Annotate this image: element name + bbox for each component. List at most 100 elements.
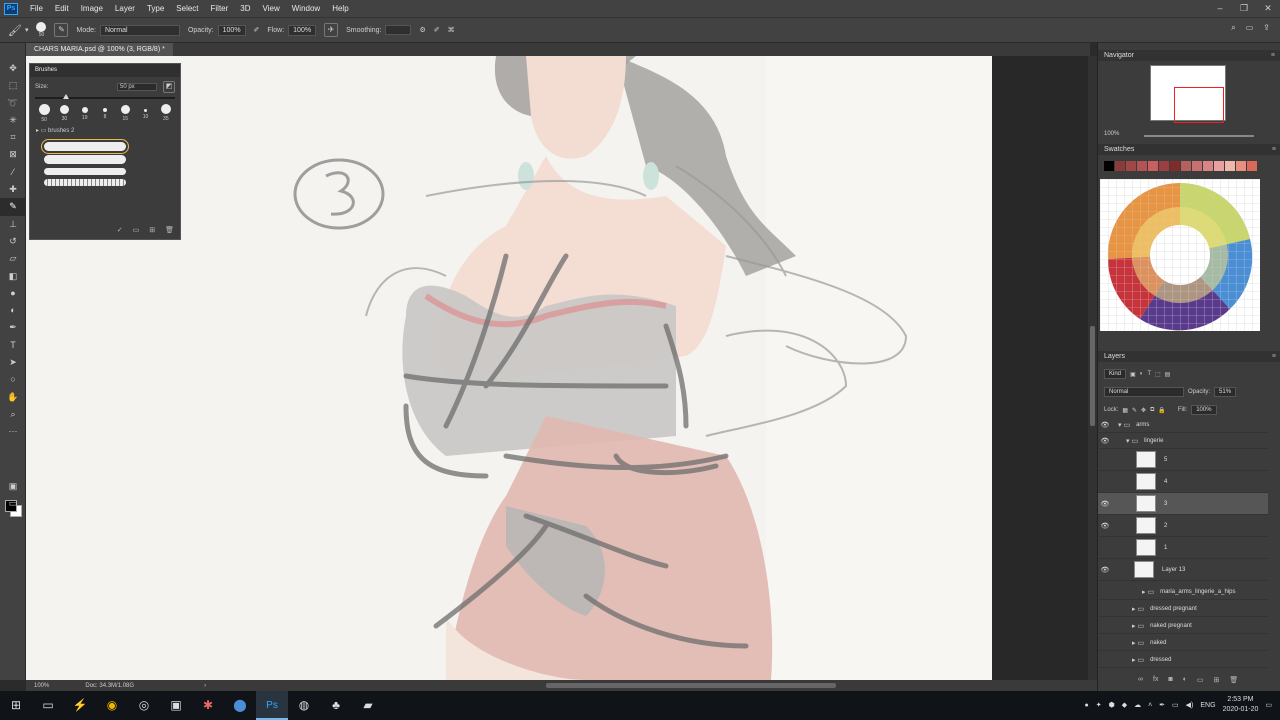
layer-5[interactable]: 5 xyxy=(1098,449,1268,471)
layer-13[interactable]: 👁 Layer 13 xyxy=(1098,559,1268,581)
menu-select[interactable]: Select xyxy=(170,4,204,13)
brush-angle-icon[interactable]: ◩ xyxy=(163,81,175,93)
airbrush-icon[interactable]: ✈ xyxy=(324,23,339,37)
shield-icon[interactable]: ◆ xyxy=(1122,701,1127,709)
preset-35[interactable]: 35 xyxy=(156,104,176,123)
history-brush-icon[interactable]: ↺ xyxy=(0,233,26,250)
lock-all-icon[interactable]: 🔒 xyxy=(1158,407,1165,414)
lock-artboard-icon[interactable]: ⧉ xyxy=(1150,407,1154,414)
brush-tool-icon[interactable]: 🖌 xyxy=(8,24,22,37)
opacity-input[interactable]: 100% xyxy=(217,24,246,36)
swatch[interactable] xyxy=(1115,161,1125,171)
cloud-icon[interactable]: ☁ xyxy=(1134,701,1141,709)
close-icon[interactable]: ✕ xyxy=(1256,0,1280,17)
maps-pin-icon[interactable]: ⬤ xyxy=(224,691,256,720)
move-tool-icon[interactable]: ✥ xyxy=(0,60,26,77)
quick-mask-icon[interactable]: ▣ xyxy=(0,478,26,495)
filter-shape-icon[interactable]: ⬚ xyxy=(1155,371,1161,378)
app-note-icon[interactable]: ▰ xyxy=(352,691,384,720)
clock[interactable]: 2:53 PM 2020-01-20 xyxy=(1223,695,1259,715)
mic-icon[interactable]: ● xyxy=(1084,702,1088,709)
menu-window[interactable]: Window xyxy=(286,4,326,13)
lock-paint-icon[interactable]: ✎ xyxy=(1132,407,1137,414)
swatch[interactable] xyxy=(1192,161,1202,171)
delete-layer-icon[interactable]: 🗑 xyxy=(1229,676,1238,684)
swatch[interactable] xyxy=(1104,161,1114,171)
swatch[interactable] xyxy=(1170,161,1180,171)
path-select-tool-icon[interactable]: ➤ xyxy=(0,354,26,371)
lock-move-icon[interactable]: ✥ xyxy=(1141,407,1146,414)
eraser-tool-icon[interactable]: ▱ xyxy=(0,250,26,267)
layer-4[interactable]: 4 xyxy=(1098,471,1268,493)
restore-icon[interactable]: ❐ xyxy=(1232,0,1256,17)
symmetry-icon[interactable]: ⌘ xyxy=(448,26,455,34)
hand-tool-icon[interactable]: ✋ xyxy=(0,389,26,406)
smoothing-input[interactable] xyxy=(385,25,412,35)
app-bug-icon[interactable]: ✱ xyxy=(192,691,224,720)
app-tray-icon[interactable]: ⬢ xyxy=(1109,701,1115,709)
share-icon[interactable]: ⇪ xyxy=(1263,23,1270,33)
brush-settings-icon[interactable]: ✎ xyxy=(54,23,69,37)
pressure-opacity-icon[interactable]: ✐ xyxy=(254,26,260,34)
status-arrow-icon[interactable]: › xyxy=(204,683,206,689)
swatch[interactable] xyxy=(1181,161,1191,171)
dodge-tool-icon[interactable]: ◐ xyxy=(0,302,26,319)
new-group-icon[interactable]: ▭ xyxy=(1197,676,1204,684)
scrollbar-thumb[interactable] xyxy=(1090,326,1095,426)
brush-stroke-4[interactable] xyxy=(44,179,126,186)
link-layers-icon[interactable]: ∞ xyxy=(1138,676,1143,684)
new-brush-icon[interactable]: ⊞ xyxy=(149,226,155,234)
layer-group-lingerie[interactable]: 👁 ▾ ▭ lingerie xyxy=(1098,433,1268,449)
menu-image[interactable]: Image xyxy=(75,4,109,13)
size-slider[interactable] xyxy=(35,94,175,99)
marquee-tool-icon[interactable]: ⬚ xyxy=(0,77,26,94)
pen-tool-icon[interactable]: ✒ xyxy=(0,319,26,336)
volume-icon[interactable]: ◀) xyxy=(1186,701,1194,709)
zoom-readout[interactable]: 100% xyxy=(34,683,49,689)
notification-icon[interactable]: ▭ xyxy=(1265,701,1272,709)
filter-type-icon[interactable]: T xyxy=(1147,371,1151,377)
navigator-zoom-slider[interactable] xyxy=(1144,135,1254,137)
filter-smart-icon[interactable]: ▤ xyxy=(1165,371,1171,378)
visibility-eye-icon[interactable]: 👁 xyxy=(1098,500,1112,508)
lock-pixels-icon[interactable]: ▦ xyxy=(1122,407,1128,414)
layer-group-dressed-pregnant[interactable]: ▸ ▭ dressed pregnant xyxy=(1098,601,1268,617)
color-wheel-palette[interactable] xyxy=(1100,179,1260,331)
menu-edit[interactable]: Edit xyxy=(49,4,75,13)
pressure-size-icon[interactable]: ✐ xyxy=(434,26,440,34)
menu-view[interactable]: View xyxy=(257,4,286,13)
app-red-icon[interactable]: ⚡ xyxy=(64,691,96,720)
layers-title[interactable]: Layers ≡ xyxy=(1098,351,1280,362)
start-icon[interactable]: ⊞ xyxy=(0,691,32,720)
chevron-up-icon[interactable]: ˄ xyxy=(1148,702,1152,709)
blend-mode-select[interactable]: Normal xyxy=(1104,387,1184,397)
vertical-scrollbar[interactable] xyxy=(1088,56,1097,680)
swatch[interactable] xyxy=(1137,161,1147,171)
adjustment-layer-icon[interactable]: ◐ xyxy=(1183,676,1187,684)
navigator-view-box[interactable] xyxy=(1174,87,1224,123)
preset-8[interactable]: 8 xyxy=(95,104,115,123)
navigator-title[interactable]: Navigator ≡ xyxy=(1098,50,1280,61)
layer-group-maria-arms[interactable]: ▸ ▭ maria_arms_lingerie_a_hips xyxy=(1098,584,1268,600)
visibility-eye-icon[interactable]: 👁 xyxy=(1098,437,1112,445)
shape-tool-icon[interactable]: ○ xyxy=(0,371,26,388)
menu-layer[interactable]: Layer xyxy=(109,4,141,13)
stamp-tool-icon[interactable]: ⊥ xyxy=(0,216,26,233)
doc-info[interactable]: Doc: 34.3M/1.08G xyxy=(85,683,134,689)
brush-preview-icon[interactable] xyxy=(36,21,47,32)
brushes-title[interactable]: Brushes xyxy=(30,64,180,77)
mode-select[interactable]: Normal xyxy=(99,24,180,36)
swatch[interactable] xyxy=(1214,161,1224,171)
layer-2[interactable]: 👁 2 xyxy=(1098,515,1268,537)
pen-icon[interactable]: ✒ xyxy=(1159,701,1165,709)
swatch[interactable] xyxy=(1247,161,1257,171)
swatch[interactable] xyxy=(1159,161,1169,171)
filter-adjust-icon[interactable]: ◐ xyxy=(1140,371,1144,377)
search-icon[interactable]: ⌕ xyxy=(1231,23,1235,33)
preset-15[interactable]: 15 xyxy=(115,104,135,123)
fill-input[interactable]: 100% xyxy=(1191,405,1217,415)
swatches-title[interactable]: Swatches ≡ xyxy=(1098,144,1280,155)
eyedropper-tool-icon[interactable]: ⁄ xyxy=(0,164,26,181)
magic-wand-tool-icon[interactable]: ✳ xyxy=(0,112,26,129)
blur-tool-icon[interactable]: ● xyxy=(0,285,26,302)
